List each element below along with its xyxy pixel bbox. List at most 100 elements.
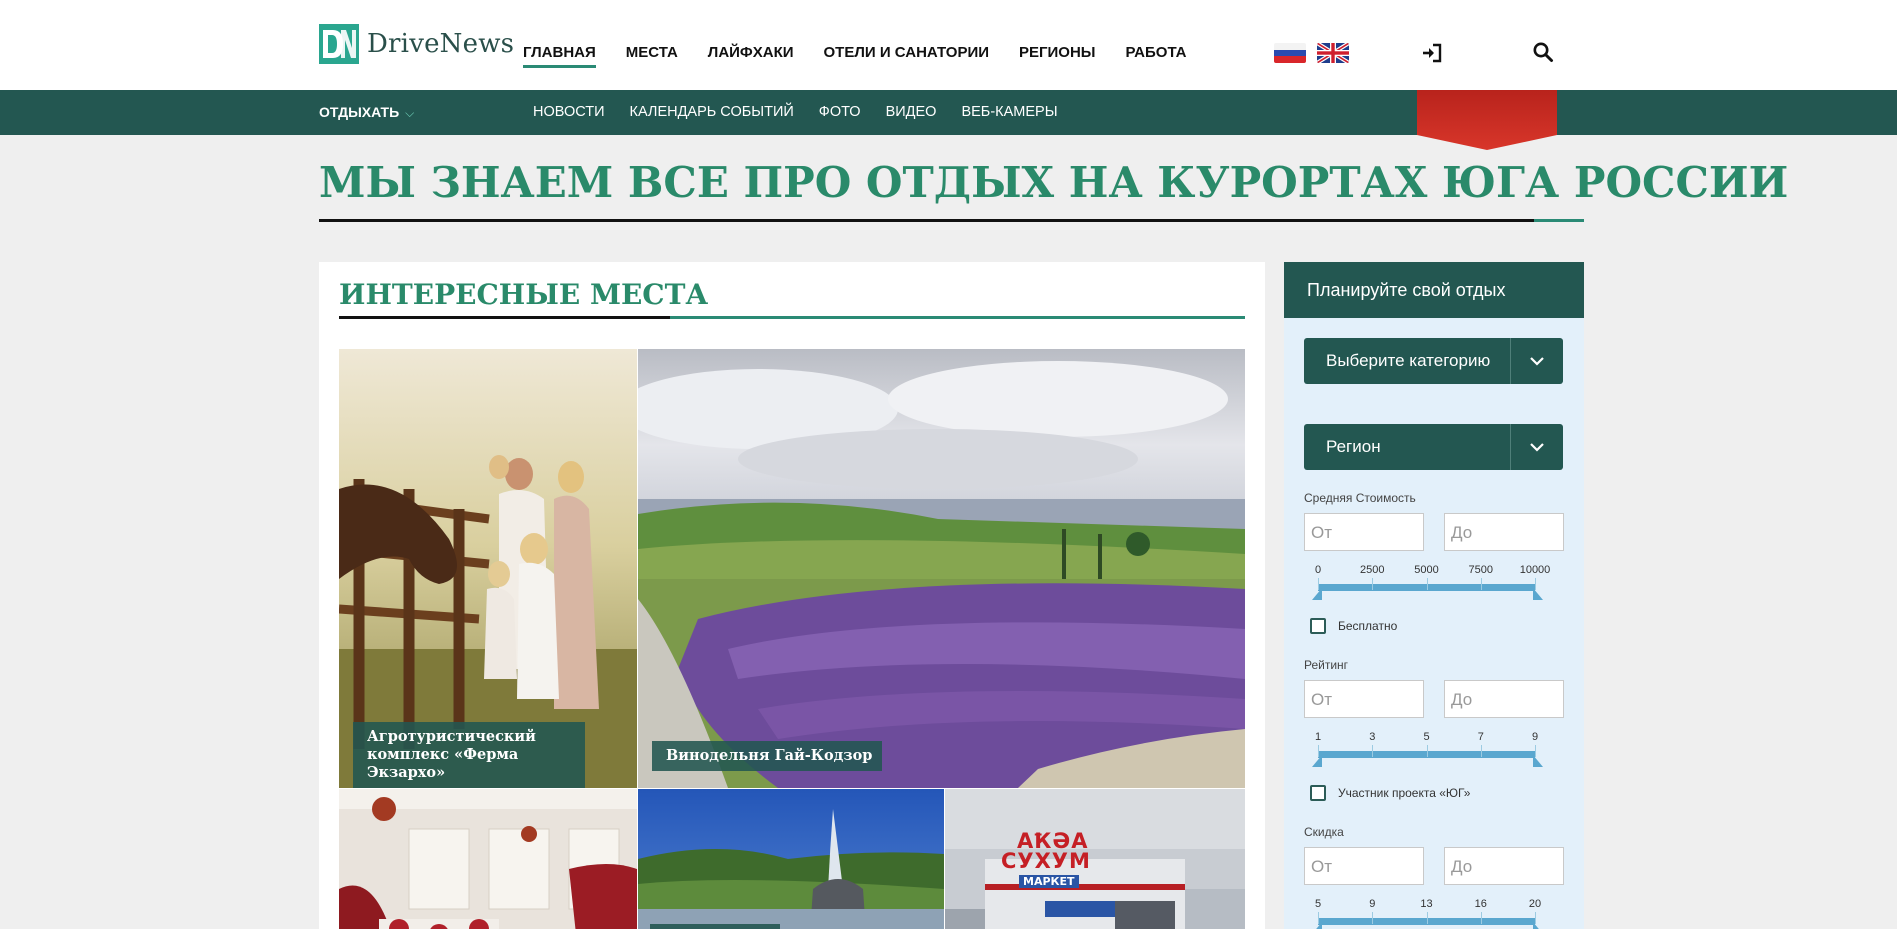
nav-item-jobs[interactable]: РАБОТА <box>1126 44 1187 68</box>
slider-max-handle[interactable] <box>1529 920 1543 929</box>
section-title: ИНТЕРЕСНЫЕ МЕСТА <box>339 278 709 311</box>
project-member-label: Участник проекта «ЮГ» <box>1338 786 1471 800</box>
sub-nav-item-video[interactable]: ВИДЕО <box>886 104 937 120</box>
rest-dropdown-label: ОТДЫХАТЬ <box>319 104 400 120</box>
rating-label: Рейтинг <box>1304 658 1349 672</box>
section-divider-accent <box>339 316 670 319</box>
place-tile-caption: Винодельня Гай-Кодзор <box>652 741 882 771</box>
rating-to-input[interactable]: До <box>1444 680 1564 718</box>
sub-nav: НОВОСТИ КАЛЕНДАРЬ СОБЫТИЙ ФОТО ВИДЕО ВЕБ… <box>533 104 1083 120</box>
select-divider <box>1510 338 1511 384</box>
slider-scale-label: 10000 <box>1519 564 1551 576</box>
sub-nav-item-webcams[interactable]: ВЕБ-КАМЕРЫ <box>961 104 1057 120</box>
place-tile-winery[interactable]: Винодельня Гай-Кодзор <box>638 349 1245 788</box>
slider-min-handle[interactable] <box>1312 920 1326 929</box>
caption-line: комплекс «Ферма Экзархо» <box>367 746 519 781</box>
place-tile-caption: Агротуристический комплекс «Ферма Экзарх… <box>353 722 585 788</box>
sub-nav-item-events[interactable]: КАЛЕНДАРЬ СОБЫТИЙ <box>630 104 794 120</box>
place-tile-farm[interactable]: Агротуристический комплекс «Ферма Экзарх… <box>339 349 637 788</box>
rest-dropdown[interactable]: ОТДЫХАТЬ ⌵ <box>319 104 414 121</box>
winery-photo <box>638 349 1245 788</box>
ru-flag-icon[interactable] <box>1274 43 1306 63</box>
slider-scale-tick <box>1426 745 1428 757</box>
sub-nav-item-news[interactable]: НОВОСТИ <box>533 104 605 120</box>
logo[interactable]: DriveNews <box>319 24 514 64</box>
free-checkbox-label: Бесплатно <box>1338 619 1398 633</box>
slider-scale-tick <box>1480 912 1482 924</box>
logo-mark-icon <box>319 24 359 64</box>
discount-label: Скидка <box>1304 825 1344 839</box>
discount-range-slider[interactable]: 5 9 13 16 20 <box>1304 898 1563 929</box>
login-icon[interactable] <box>1421 42 1443 64</box>
nav-item-hotels[interactable]: ОТЕЛИ И САНАТОРИИ <box>824 44 990 68</box>
slider-scale-label: 5 <box>1314 898 1322 910</box>
nav-item-regions[interactable]: РЕГИОНЫ <box>1019 44 1095 68</box>
slider-scale-label: 5 <box>1423 731 1430 743</box>
rating-from-input[interactable]: От <box>1304 680 1424 718</box>
sidebar-title: Планируйте свой отдых <box>1284 262 1584 318</box>
place-tile-market[interactable]: АҞӘА СУХУМ МАРКЕТ <box>945 789 1245 929</box>
restaurant-photo <box>339 789 637 929</box>
fountain-photo <box>638 789 944 929</box>
slider-scale-label: 1 <box>1314 731 1322 743</box>
sub-nav-item-photo[interactable]: ФОТО <box>819 104 861 120</box>
slider-scale-label: 3 <box>1369 731 1376 743</box>
category-select-label: Выберите категорию <box>1326 351 1491 370</box>
search-icon[interactable] <box>1532 41 1554 63</box>
ribbon-decoration <box>1417 90 1557 150</box>
market-sign-line: МАРКЕТ <box>1019 875 1079 888</box>
slider-scale-label: 5000 <box>1414 564 1439 576</box>
slider-scale-tick <box>1480 745 1482 757</box>
discount-from-input[interactable]: От <box>1304 847 1424 885</box>
project-member-checkbox[interactable] <box>1310 785 1326 801</box>
logo-text: DriveNews <box>367 29 515 59</box>
discount-to-input[interactable]: До <box>1444 847 1564 885</box>
uk-flag-icon[interactable] <box>1317 43 1349 63</box>
category-select[interactable]: Выберите категорию <box>1304 338 1563 384</box>
nav-item-home[interactable]: ГЛАВНАЯ <box>523 44 596 68</box>
rating-range-slider[interactable]: 1 3 5 7 9 <box>1304 731 1563 771</box>
main-nav: ГЛАВНАЯ МЕСТА ЛАЙФХАКИ ОТЕЛИ И САНАТОРИИ… <box>523 44 1217 68</box>
region-select-label: Регион <box>1326 437 1381 456</box>
slider-scale-label: 20 <box>1528 898 1542 910</box>
slider-scale-label: 9 <box>1369 898 1376 910</box>
free-checkbox[interactable] <box>1310 618 1326 634</box>
slider-min-handle[interactable] <box>1312 586 1326 600</box>
market-sign-line: СУХУМ <box>1001 849 1091 873</box>
hero-divider <box>319 219 1584 222</box>
caption-line: Агротуристический <box>367 728 536 745</box>
slider-scale-label: 9 <box>1531 731 1539 743</box>
price-range-slider[interactable]: 0 2500 5000 7500 10000 <box>1304 564 1563 604</box>
slider-min-handle[interactable] <box>1312 753 1326 767</box>
interesting-places-card: ИНТЕРЕСНЫЕ МЕСТА Агротуристический компл… <box>319 262 1265 929</box>
chevron-down-icon <box>1530 357 1544 366</box>
slider-scale-label: 0 <box>1314 564 1322 576</box>
price-from-input[interactable]: От <box>1304 513 1424 551</box>
slider-max-handle[interactable] <box>1529 586 1543 600</box>
place-tile-restaurant[interactable] <box>339 789 637 929</box>
hero-title: МЫ ЗНАЕМ ВСЕ ПРО ОТДЫХ НА КУРОРТАХ ЮГА Р… <box>319 158 1789 207</box>
slider-scale-label: 7 <box>1477 731 1484 743</box>
slider-scale-label: 13 <box>1420 898 1433 910</box>
nav-item-lifehacks[interactable]: ЛАЙФХАКИ <box>708 44 794 68</box>
select-divider <box>1510 424 1511 470</box>
slider-scale-tick <box>1426 578 1428 590</box>
price-label: Средняя Стоимость <box>1304 491 1416 505</box>
sub-nav-bar: ОТДЫХАТЬ ⌵ НОВОСТИ КАЛЕНДАРЬ СОБЫТИЙ ФОТО… <box>0 90 1897 135</box>
slider-scale-tick <box>1426 912 1428 924</box>
region-select[interactable]: Регион <box>1304 424 1563 470</box>
slider-scale-tick <box>1372 745 1374 757</box>
slider-scale-tick <box>1480 578 1482 590</box>
place-tile-fountain[interactable] <box>638 789 944 929</box>
hero-divider-accent <box>1534 219 1584 222</box>
chevron-down-icon: ⌵ <box>405 106 415 120</box>
price-to-input[interactable]: До <box>1444 513 1564 551</box>
header: DriveNews ГЛАВНАЯ МЕСТА ЛАЙФХАКИ ОТЕЛИ И… <box>0 0 1897 90</box>
caption-line: Винодельня Гай-Кодзор <box>666 747 873 764</box>
slider-scale-label: 2500 <box>1360 564 1385 576</box>
nav-item-places[interactable]: МЕСТА <box>626 44 678 68</box>
plan-trip-sidebar: Планируйте свой отдых Выберите категорию… <box>1284 262 1584 929</box>
slider-scale-tick <box>1372 912 1374 924</box>
market-photo <box>945 789 1245 929</box>
slider-max-handle[interactable] <box>1529 753 1543 767</box>
